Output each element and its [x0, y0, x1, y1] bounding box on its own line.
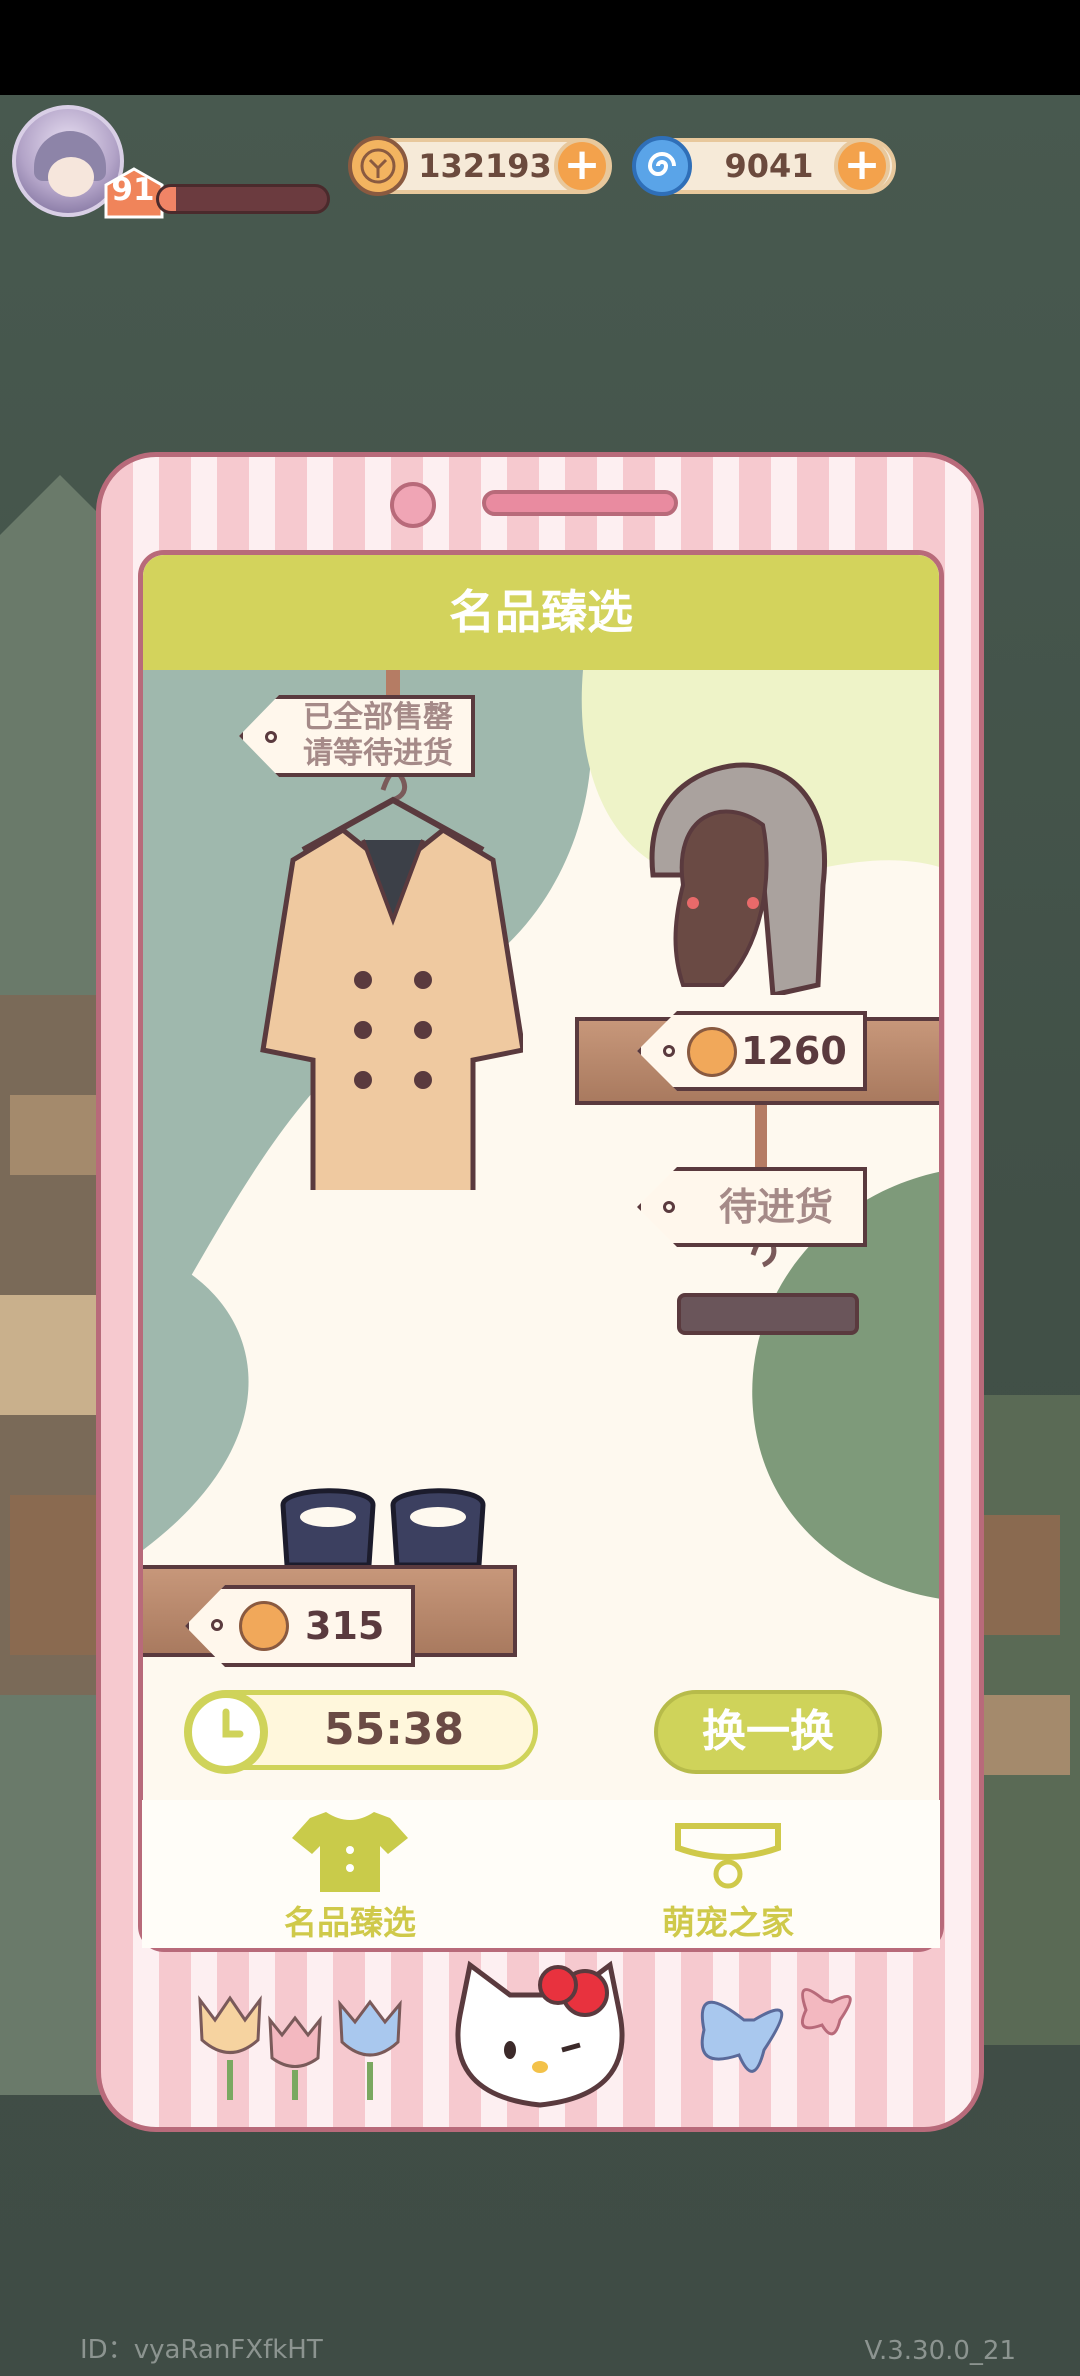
gem-amount: 9041 [724, 147, 814, 185]
xp-bar-fill [159, 187, 176, 211]
pet-collar-icon [675, 1823, 781, 1889]
phone-camera-icon [390, 482, 436, 528]
avatar-face [48, 157, 94, 197]
timer-value: 55:38 [323, 1704, 465, 1755]
wig-item[interactable] [623, 755, 843, 995]
butterflies-decoration [700, 1988, 852, 2073]
hello-kitty-icon [455, 1960, 625, 2108]
coin-amount: 132193 [418, 147, 552, 185]
tab-label-featured: 名品臻选 [284, 1903, 416, 1942]
restock-tag: 待进货 [637, 1167, 867, 1247]
app-version: V.3.30.0_21 [864, 2336, 1016, 2366]
shoes-price-tag-body: 315 [189, 1589, 411, 1663]
wig-price-tag-body: 1260 [641, 1015, 863, 1087]
coat-restock-text: 请等待进货 [303, 736, 453, 771]
coat-status-tag-body: 已全部售罄 请等待进货 [243, 699, 471, 773]
tab-featured-items[interactable]: 名品臻选 [230, 1808, 470, 1948]
shirt-icon [292, 1812, 408, 1892]
xp-bar [156, 184, 330, 214]
add-gems-button[interactable]: + [834, 138, 890, 194]
shoes-item[interactable] [273, 1485, 493, 1575]
shop-title: 名品臻选 [143, 555, 939, 670]
wig-price-tag[interactable]: 1260 [637, 1011, 867, 1091]
restock-tag-body: 待进货 [641, 1171, 863, 1243]
player-id: ID：vyaRanFXfkHT [80, 2335, 323, 2365]
tag-hole [663, 1201, 675, 1213]
coat-sold-out-text: 已全部售罄 [303, 700, 453, 735]
spiral-gem-icon [632, 136, 692, 196]
coat-status-tag: 已全部售罄 请等待进货 [239, 695, 475, 777]
tab-label-pets: 萌宠之家 [662, 1903, 794, 1942]
swap-button[interactable]: 换一换 [654, 1690, 882, 1774]
phone-speaker [482, 490, 678, 516]
player-level: 91 [111, 172, 155, 208]
coin-icon [687, 1027, 737, 1077]
restock-label: 待进货 [718, 1185, 833, 1229]
coin-icon [348, 136, 408, 196]
clock-hands [222, 1708, 244, 1738]
tag-hole [211, 1619, 223, 1631]
tag-hole [663, 1045, 675, 1057]
wig-price: 1260 [741, 1029, 847, 1073]
tag-hole [265, 731, 277, 743]
shoes-price: 315 [305, 1604, 385, 1648]
tab-pet-home[interactable]: 萌宠之家 [608, 1808, 848, 1948]
clock-icon [184, 1690, 268, 1774]
add-coins-button[interactable]: + [554, 138, 610, 194]
shoes-price-tag[interactable]: 315 [185, 1585, 415, 1667]
coin-icon [239, 1601, 289, 1651]
status-bar [0, 0, 1080, 95]
tulips-decoration [198, 1995, 402, 2100]
